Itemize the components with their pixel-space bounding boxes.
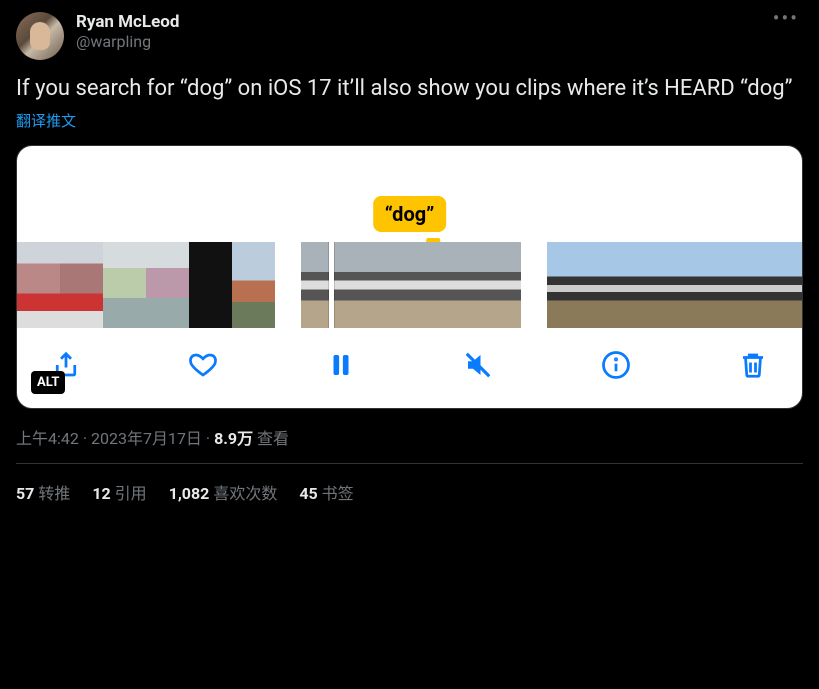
tweet-stats: 57 转推 12 引用 1,082 喜欢次数 45 书签 (16, 464, 803, 504)
video-thumbnail (757, 242, 799, 328)
video-thumbnail (673, 242, 715, 328)
media-attachment[interactable]: “dog” (16, 145, 803, 409)
views-label: 查看 (253, 429, 289, 448)
video-filmstrip[interactable] (17, 242, 802, 328)
info-icon[interactable] (601, 350, 631, 380)
avatar[interactable] (16, 12, 64, 60)
video-thumbnail (232, 242, 275, 328)
video-thumbnail (103, 242, 146, 328)
video-thumbnail (17, 242, 60, 328)
video-thumbnail (589, 242, 631, 328)
caption-marker: “dog” (373, 196, 447, 244)
alt-badge[interactable]: ALT (31, 371, 65, 394)
author-display-name: Ryan McLeod (76, 12, 769, 32)
heart-icon[interactable] (188, 350, 218, 380)
author-handle: @warpling (76, 32, 769, 52)
video-thumbnail (631, 242, 673, 328)
pause-icon[interactable] (326, 350, 356, 380)
tweet-time[interactable]: 上午4:42 (16, 429, 79, 448)
views-count: 8.9万 (214, 429, 253, 448)
tweet-text: If you search for “dog” on iOS 17 it’ll … (16, 74, 803, 104)
video-thumbnail (547, 242, 589, 328)
media-header-area: “dog” (17, 146, 802, 242)
clip-group-current[interactable] (301, 242, 521, 328)
video-thumbnail (715, 242, 757, 328)
likes-stat[interactable]: 1,082 喜欢次数 (169, 480, 278, 504)
author-block[interactable]: Ryan McLeod @warpling (76, 12, 769, 52)
video-thumbnail (60, 242, 103, 328)
caption-badge: “dog” (373, 196, 447, 232)
video-thumbnail (411, 242, 466, 328)
translate-link[interactable]: 翻译推文 (16, 110, 803, 131)
video-thumbnail (799, 242, 802, 328)
video-thumbnail (189, 242, 232, 328)
tweet-meta: 上午4:42 · 2023年7月17日 · 8.9万 查看 (16, 425, 803, 464)
mute-icon[interactable] (463, 350, 493, 380)
more-options-button[interactable]: ••• (769, 6, 803, 30)
video-thumbnail (466, 242, 521, 328)
retweets-stat[interactable]: 57 转推 (16, 480, 70, 504)
tweet-date[interactable]: 2023年7月17日 (91, 429, 202, 448)
video-thumbnail (356, 242, 411, 328)
video-thumbnail (146, 242, 189, 328)
trash-icon[interactable] (738, 350, 768, 380)
clip-group[interactable] (17, 242, 275, 328)
tweet-header: Ryan McLeod @warpling ••• (16, 12, 803, 60)
media-toolbar (17, 328, 802, 408)
bookmarks-stat[interactable]: 45 书签 (299, 480, 353, 504)
tweet-container: Ryan McLeod @warpling ••• If you search … (0, 0, 819, 504)
clip-group[interactable] (547, 242, 802, 328)
playhead[interactable] (329, 242, 334, 328)
quotes-stat[interactable]: 12 引用 (92, 480, 146, 504)
